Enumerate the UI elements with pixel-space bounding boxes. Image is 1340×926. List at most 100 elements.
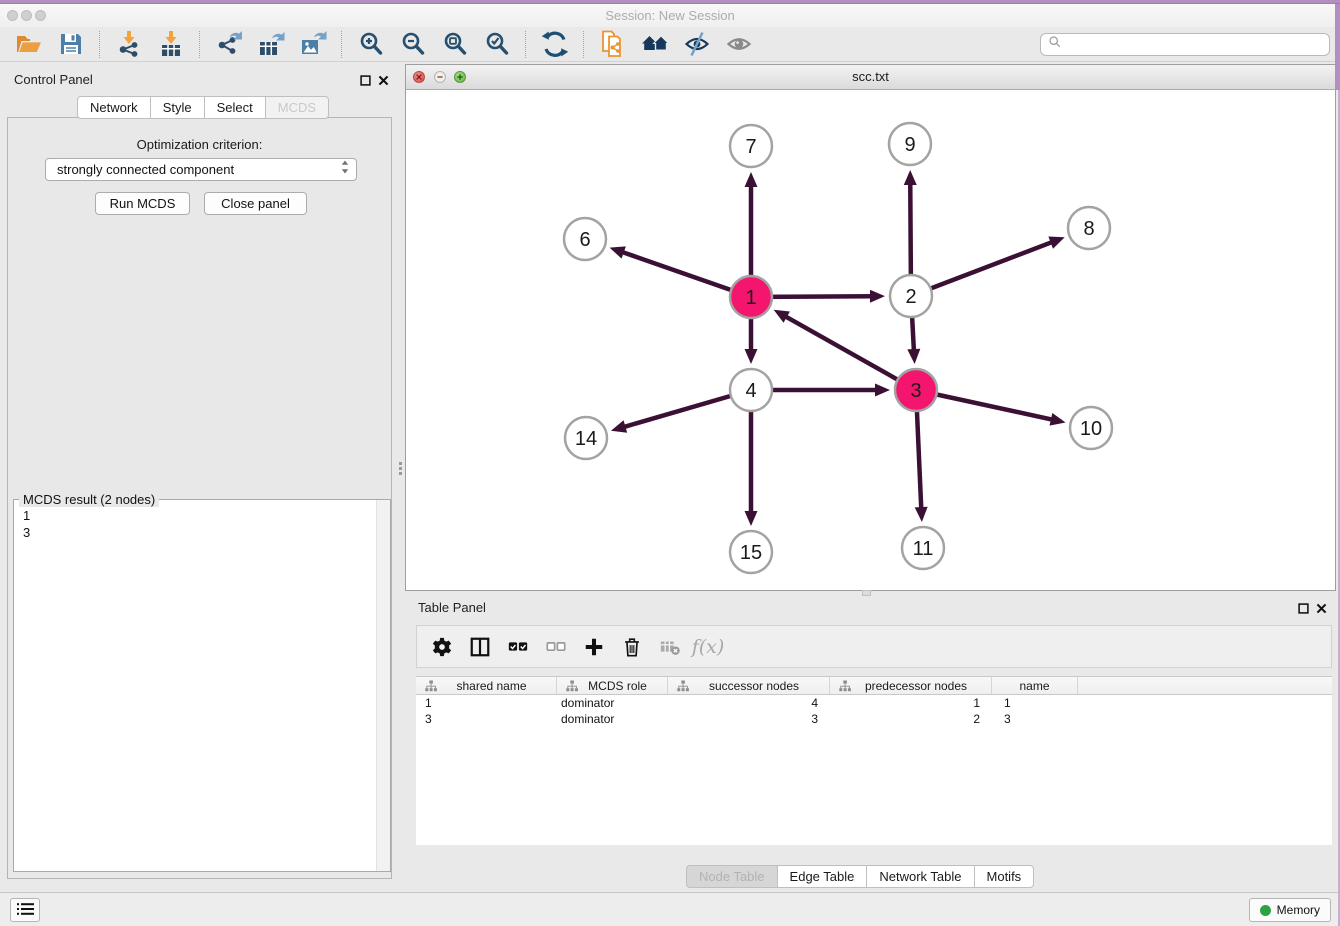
table-panel-close-icon[interactable] (1316, 602, 1328, 614)
network-minimize-button[interactable] (434, 71, 446, 83)
graph-node-10[interactable]: 10 (1070, 407, 1112, 449)
open-session-button[interactable] (14, 29, 44, 59)
zoom-selected-button[interactable] (482, 29, 512, 59)
graph-node-11[interactable]: 11 (902, 527, 944, 569)
run-mcds-button[interactable]: Run MCDS (95, 192, 190, 215)
graph-edge-arrowhead (610, 246, 626, 258)
graph-node-3[interactable]: 3 (895, 369, 937, 411)
maximize-window-button[interactable] (35, 10, 46, 21)
clone-network-button[interactable] (598, 29, 628, 59)
cell-shared-name[interactable]: 3 (416, 712, 557, 726)
table-panel-float-icon[interactable] (1298, 602, 1310, 614)
network-close-button[interactable] (413, 71, 425, 83)
column-header-shared-name[interactable]: shared name (416, 677, 557, 694)
zoom-out-button[interactable] (398, 29, 428, 59)
search-input[interactable] (1066, 36, 1329, 53)
graph-edge-2-8[interactable] (911, 241, 1054, 296)
column-label: shared name (437, 679, 556, 693)
horizontal-splitter-handle[interactable] (862, 590, 871, 596)
deselect-all-rows-button[interactable] (543, 634, 569, 660)
graph-node-1[interactable]: 1 (730, 276, 772, 318)
status-bar: Memory (0, 892, 1340, 926)
tab-node-table[interactable]: Node Table (686, 865, 778, 888)
network-window-titlebar[interactable]: scc.txt (406, 65, 1335, 90)
cell-shared-name[interactable]: 1 (416, 696, 557, 710)
add-row-icon (583, 636, 605, 658)
show-panels-button[interactable] (10, 898, 40, 922)
tab-mcds[interactable]: MCDS (265, 96, 329, 119)
tab-select[interactable]: Select (204, 96, 266, 119)
save-session-icon (57, 30, 85, 58)
criterion-select[interactable]: strongly connected component (45, 158, 357, 181)
memory-button[interactable]: Memory (1249, 898, 1331, 922)
delete-row-button[interactable] (619, 634, 645, 660)
column-header-mcds-role[interactable]: MCDS role (557, 677, 668, 694)
export-network-icon (215, 30, 243, 58)
import-table-button[interactable] (156, 29, 186, 59)
graph-edge-arrowhead (870, 290, 885, 303)
tab-network-table[interactable]: Network Table (866, 865, 974, 888)
graph-node-label: 1 (745, 287, 756, 309)
save-session-button[interactable] (56, 29, 86, 59)
table-settings-button[interactable] (429, 634, 455, 660)
window-title: Session: New Session (0, 4, 1340, 27)
cell-successor-nodes[interactable]: 4 (668, 696, 830, 710)
import-network-button[interactable] (114, 29, 144, 59)
graph-node-6[interactable]: 6 (564, 218, 606, 260)
cell-mcds-role[interactable]: dominator (557, 712, 668, 726)
network-window-title: scc.txt (406, 65, 1335, 89)
tab-motifs[interactable]: Motifs (974, 865, 1035, 888)
search-box[interactable] (1040, 33, 1330, 56)
close-window-button[interactable] (7, 10, 18, 21)
export-table-button[interactable] (256, 29, 286, 59)
column-header-name[interactable]: name (992, 677, 1078, 694)
control-panel-close-icon[interactable] (378, 74, 390, 86)
table-row[interactable]: 3dominator323 (416, 711, 1332, 727)
vertical-splitter-handle[interactable] (399, 460, 403, 480)
show-graphics-details-button[interactable] (724, 29, 754, 59)
zoom-in-button[interactable] (356, 29, 386, 59)
export-network-button[interactable] (214, 29, 244, 59)
network-view-window: scc.txt 7 9 6 8 1 2 4 3 14 10 15 11 (405, 64, 1336, 591)
close-panel-button[interactable]: Close panel (204, 192, 307, 215)
graph-edge-arrowhead (904, 170, 917, 185)
cell-predecessor-nodes[interactable]: 1 (830, 696, 992, 710)
table-row[interactable]: 1dominator411 (416, 695, 1332, 711)
tab-network[interactable]: Network (77, 96, 151, 119)
graph-node-9[interactable]: 9 (889, 123, 931, 165)
network-maximize-button[interactable] (454, 71, 466, 83)
cell-successor-nodes[interactable]: 3 (668, 712, 830, 726)
tab-style[interactable]: Style (150, 96, 205, 119)
hide-graphics-details-button[interactable] (682, 29, 712, 59)
column-header-predecessor-nodes[interactable]: predecessor nodes (830, 677, 992, 694)
cell-name[interactable]: 1 (992, 696, 1078, 710)
graph-node-4[interactable]: 4 (730, 369, 772, 411)
home-button[interactable] (640, 29, 670, 59)
export-image-button[interactable] (298, 29, 328, 59)
graph-edge-arrowhead (907, 349, 920, 364)
zoom-fit-button[interactable] (440, 29, 470, 59)
cell-predecessor-nodes[interactable]: 2 (830, 712, 992, 726)
graph-node-2[interactable]: 2 (890, 275, 932, 317)
add-row-button[interactable] (581, 634, 607, 660)
tab-edge-table[interactable]: Edge Table (777, 865, 868, 888)
refresh-layout-button[interactable] (540, 29, 570, 59)
clone-network-icon (599, 30, 627, 58)
control-panel-float-icon[interactable] (360, 74, 372, 86)
minimize-window-button[interactable] (21, 10, 32, 21)
network-canvas[interactable]: 7 9 6 8 1 2 4 3 14 10 15 11 (406, 90, 1335, 590)
cell-mcds-role[interactable]: dominator (557, 696, 668, 710)
graph-edge-3-1[interactable] (783, 315, 916, 390)
graph-node-15[interactable]: 15 (730, 531, 772, 573)
graph-node-14[interactable]: 14 (565, 417, 607, 459)
column-header-successor-nodes[interactable]: successor nodes (668, 677, 830, 694)
graph-node-7[interactable]: 7 (730, 125, 772, 167)
optimization-criterion-label: Optimization criterion: (8, 137, 391, 152)
cell-name[interactable]: 3 (992, 712, 1078, 726)
column-label: successor nodes (689, 679, 829, 693)
select-all-rows-button[interactable] (505, 634, 531, 660)
graph-node-8[interactable]: 8 (1068, 207, 1110, 249)
show-columns-button[interactable] (467, 634, 493, 660)
attribute-icon (839, 680, 851, 692)
result-scrollbar[interactable] (376, 500, 390, 871)
